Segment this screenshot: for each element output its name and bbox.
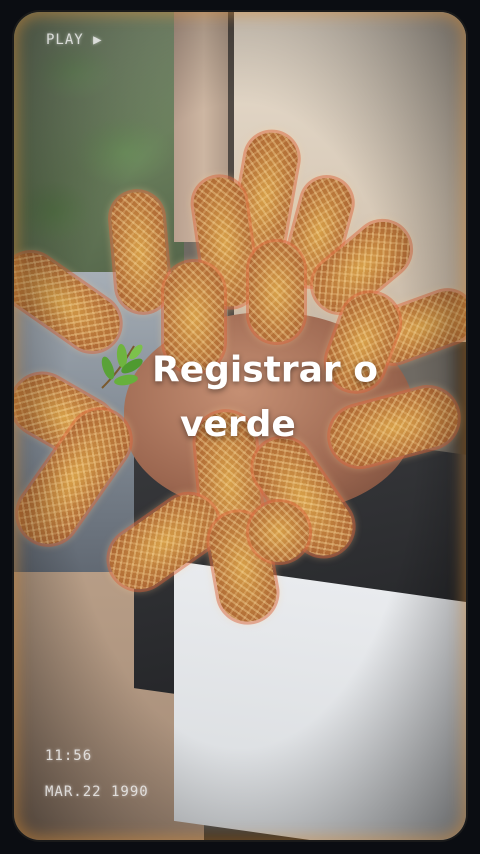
leaf-branch-icon [96,340,146,403]
caption-line-2: verde [180,404,296,445]
caption-text-1: Registrar o [152,349,378,391]
timestamp-time: 11:56 [45,748,93,764]
caption-line-1: Registrar o [96,340,416,403]
white-ledge [174,560,466,840]
caption: Registrar o verde [96,340,416,447]
cactus-arm [249,242,304,342]
cactus-arm [249,502,309,562]
play-indicator: PLAY ▶ [46,32,103,48]
timestamp-date: MAR.22 1990 [45,784,149,800]
